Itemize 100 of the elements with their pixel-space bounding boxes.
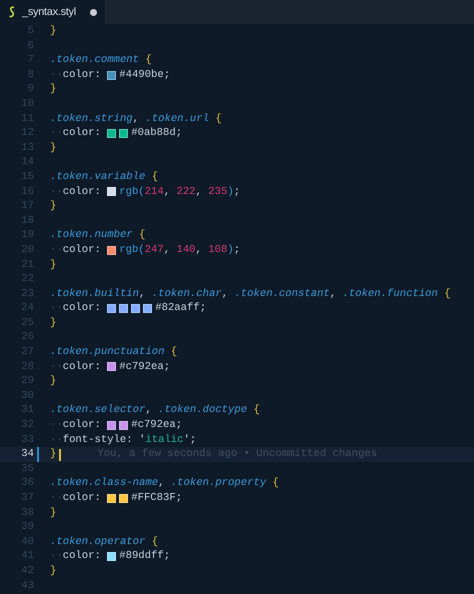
color-swatch[interactable] bbox=[107, 187, 116, 196]
whitespace-dots: ·· bbox=[50, 301, 63, 316]
punctuation-text: , bbox=[132, 112, 140, 126]
selector-text: .token bbox=[234, 286, 273, 302]
value-text: #0ab88d; bbox=[131, 126, 182, 141]
brace-text: } bbox=[50, 564, 56, 579]
selector-text: .token bbox=[50, 534, 88, 550]
selector-text: .comment bbox=[88, 53, 140, 68]
whitespace-dots: ·· bbox=[50, 432, 63, 448]
color-swatch[interactable] bbox=[119, 128, 128, 138]
color-swatch[interactable] bbox=[107, 552, 116, 562]
selector-text: .token bbox=[50, 345, 88, 360]
selector-text: .operator bbox=[88, 534, 146, 550]
color-swatch[interactable] bbox=[107, 362, 116, 372]
selector-text: .punctuation bbox=[88, 345, 164, 360]
brace-text: { bbox=[144, 53, 152, 68]
color-swatch[interactable] bbox=[119, 420, 128, 430]
brace-text: } bbox=[50, 199, 56, 214]
punctuation-text: , bbox=[158, 476, 166, 491]
selector-text: .token bbox=[50, 170, 88, 185]
selector-text: .token bbox=[152, 286, 190, 302]
selector-text: .property bbox=[208, 476, 266, 491]
color-swatch[interactable] bbox=[107, 304, 116, 314]
punctuation-text: , bbox=[196, 242, 203, 258]
function-text: ) bbox=[227, 184, 234, 200]
value-text: #FFC83F; bbox=[131, 491, 182, 506]
property-text: color: bbox=[62, 549, 102, 564]
text-cursor bbox=[59, 448, 62, 461]
value-text: #c792ea; bbox=[119, 360, 170, 374]
selector-text: .number bbox=[88, 228, 133, 243]
property-text: color: bbox=[62, 184, 102, 200]
number-text: 140 bbox=[176, 242, 196, 258]
punctuation-text: , bbox=[145, 403, 153, 418]
value-text: #c792ea; bbox=[131, 418, 182, 433]
color-swatch[interactable] bbox=[107, 70, 116, 80]
number-text: 222 bbox=[176, 184, 196, 200]
color-swatch[interactable] bbox=[107, 420, 116, 430]
brace-text: { bbox=[138, 228, 146, 243]
brace-text: { bbox=[170, 345, 178, 360]
brace-text: { bbox=[214, 112, 222, 126]
selector-text: .string bbox=[88, 112, 133, 126]
color-swatch[interactable] bbox=[143, 304, 152, 314]
punctuation-text: ; bbox=[234, 184, 240, 200]
selector-text: .token bbox=[50, 112, 88, 126]
color-swatch[interactable] bbox=[107, 128, 116, 138]
property-text: color: bbox=[62, 491, 102, 506]
color-swatch[interactable] bbox=[107, 494, 116, 503]
punctuation-text: ; bbox=[234, 242, 240, 258]
brace-text: } bbox=[50, 506, 56, 520]
brace-text: } bbox=[50, 82, 56, 97]
brace-text: } bbox=[50, 140, 56, 156]
selector-text: .url bbox=[184, 112, 209, 126]
selector-text: .token bbox=[50, 476, 88, 491]
punctuation-text: , bbox=[164, 184, 172, 200]
number-text: 108 bbox=[208, 242, 228, 258]
brace-text: { bbox=[150, 170, 158, 185]
string-text: italic bbox=[145, 432, 184, 448]
selector-text: .function bbox=[380, 286, 438, 302]
selector-text: .char bbox=[190, 286, 222, 302]
color-swatch[interactable] bbox=[107, 246, 116, 255]
number-text: 235 bbox=[208, 184, 228, 200]
brace-text: } bbox=[50, 258, 56, 272]
brace-text: } bbox=[50, 447, 56, 462]
punctuation-text: , bbox=[139, 286, 146, 302]
line-number: 34 bbox=[20, 447, 34, 462]
selector-text: .token bbox=[50, 53, 88, 68]
selector-text: .token bbox=[158, 403, 196, 418]
selector-text: .constant bbox=[272, 286, 330, 302]
brace-text: } bbox=[50, 374, 56, 389]
property-text: color: bbox=[62, 418, 102, 433]
color-swatch[interactable] bbox=[131, 304, 140, 314]
brace-text: } bbox=[50, 24, 56, 39]
brace-text: { bbox=[443, 286, 451, 302]
whitespace-dots: ·· bbox=[50, 360, 63, 374]
brace-text: } bbox=[50, 316, 56, 330]
whitespace-dots: ·· bbox=[50, 418, 63, 433]
brace-text: { bbox=[150, 534, 158, 550]
selector-text: .builtin bbox=[88, 286, 140, 302]
editor-tab[interactable]: _syntax.styl bbox=[0, 0, 105, 24]
whitespace-dots: ·· bbox=[50, 491, 63, 506]
color-swatch[interactable] bbox=[119, 494, 128, 503]
color-swatch[interactable] bbox=[119, 304, 128, 314]
punctuation-text: , bbox=[164, 242, 172, 258]
whitespace-dots: ·· bbox=[50, 184, 63, 200]
whitespace-dots: ·· bbox=[50, 242, 63, 258]
selector-text: .token bbox=[50, 228, 88, 243]
number-text: 247 bbox=[144, 242, 164, 258]
punctuation-text: , bbox=[196, 184, 203, 200]
value-text: #89ddff; bbox=[119, 549, 170, 564]
tab-title: _syntax.styl bbox=[22, 4, 76, 20]
value-text: #82aaff; bbox=[155, 301, 206, 316]
brace-text: { bbox=[252, 403, 260, 418]
selector-text: .token bbox=[50, 286, 88, 302]
function-text: rgb( bbox=[119, 242, 145, 258]
brace-text: { bbox=[272, 476, 279, 491]
punctuation-text: , bbox=[330, 286, 338, 302]
number-text: 214 bbox=[144, 184, 164, 200]
property-text: color: bbox=[62, 126, 102, 141]
whitespace-dots: ·· bbox=[50, 126, 63, 141]
property-text: color: bbox=[62, 301, 102, 316]
